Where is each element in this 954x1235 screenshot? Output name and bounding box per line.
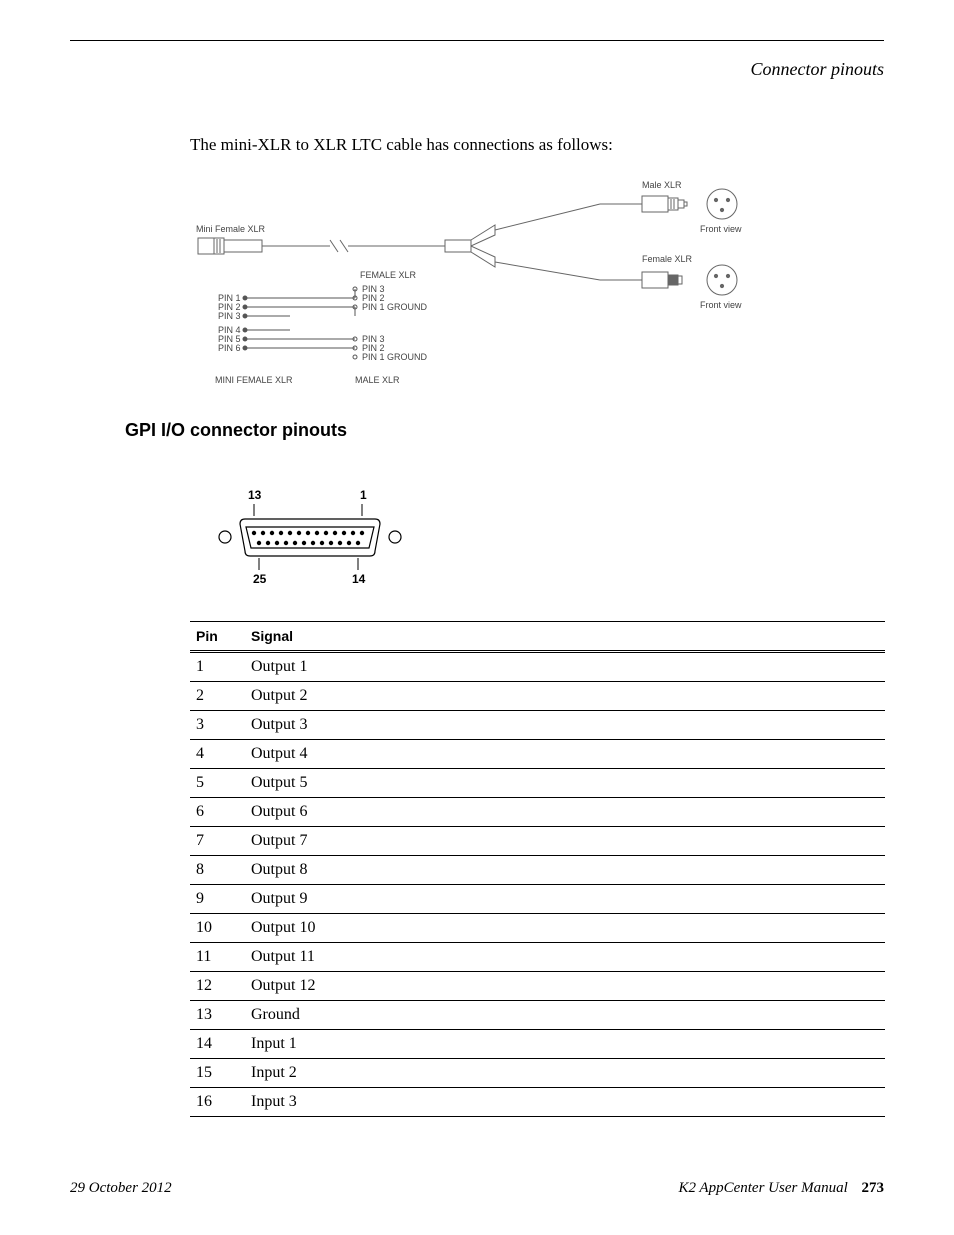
connector-svg (210, 496, 410, 586)
cell-pin: 14 (190, 1030, 245, 1059)
table-row: 10Output 10 (190, 914, 885, 943)
label-mini-female-xlr: Mini Female XLR (196, 224, 265, 234)
table-row: 1Output 1 (190, 652, 885, 682)
cell-pin: 5 (190, 769, 245, 798)
label-front-view-1: Front view (700, 224, 742, 234)
footer-manual: K2 AppCenter User Manual (678, 1180, 847, 1196)
running-head: Connector pinouts (70, 59, 884, 80)
table-row: 15Input 2 (190, 1059, 885, 1088)
cell-pin: 8 (190, 856, 245, 885)
cell-pin: 10 (190, 914, 245, 943)
cell-pin: 6 (190, 798, 245, 827)
conn-label-tl: 13 (248, 488, 261, 502)
label-female-xlr-mid: FEMALE XLR (360, 270, 416, 280)
cell-pin: 16 (190, 1088, 245, 1117)
table-header-row: Pin Signal (190, 622, 885, 652)
pin-left-3: PIN 3 (218, 311, 241, 321)
cell-signal: Output 11 (245, 943, 885, 972)
table-row: 8Output 8 (190, 856, 885, 885)
table-row: 16Input 3 (190, 1088, 885, 1117)
connector-figure: 13 1 25 14 (210, 496, 410, 586)
table-row: 11Output 11 (190, 943, 885, 972)
footer-date: 29 October 2012 (70, 1180, 172, 1197)
cell-signal: Output 4 (245, 740, 885, 769)
cell-signal: Output 9 (245, 885, 885, 914)
table-row: 12Output 12 (190, 972, 885, 1001)
cell-pin: 13 (190, 1001, 245, 1030)
label-mini-female-xlr-bottom: MINI FEMALE XLR (215, 375, 293, 385)
col-signal: Signal (245, 622, 885, 652)
table-row: 6Output 6 (190, 798, 885, 827)
label-female-xlr-right: Female XLR (642, 254, 692, 264)
cell-pin: 11 (190, 943, 245, 972)
cell-pin: 3 (190, 711, 245, 740)
cell-signal: Input 2 (245, 1059, 885, 1088)
pinout-table: Pin Signal 1Output 12Output 23Output 34O… (190, 621, 885, 1117)
cable-diagram-svg (190, 180, 780, 390)
footer-page: 273 (862, 1180, 885, 1196)
cell-signal: Output 10 (245, 914, 885, 943)
cell-signal: Output 1 (245, 652, 885, 682)
table-row: 4Output 4 (190, 740, 885, 769)
g1-pin1: PIN 1 GROUND (362, 302, 427, 312)
cell-pin: 9 (190, 885, 245, 914)
conn-label-tr: 1 (360, 488, 367, 502)
cell-signal: Input 3 (245, 1088, 885, 1117)
cell-signal: Output 8 (245, 856, 885, 885)
cell-pin: 4 (190, 740, 245, 769)
pin-left-6: PIN 6 (218, 343, 241, 353)
top-rule (70, 40, 884, 41)
conn-label-br: 14 (352, 572, 365, 586)
cell-pin: 7 (190, 827, 245, 856)
col-pin: Pin (190, 622, 245, 652)
cell-signal: Output 5 (245, 769, 885, 798)
cell-signal: Input 1 (245, 1030, 885, 1059)
table-row: 7Output 7 (190, 827, 885, 856)
cell-signal: Output 2 (245, 682, 885, 711)
main-content: The mini-XLR to XLR LTC cable has connec… (190, 135, 884, 390)
table-row: 14Input 1 (190, 1030, 885, 1059)
g2-pin1: PIN 1 GROUND (362, 352, 427, 362)
cable-diagram: Mini Female XLR FEMALE XLR Male XLR Fron… (190, 180, 780, 390)
table-row: 9Output 9 (190, 885, 885, 914)
table-row: 2Output 2 (190, 682, 885, 711)
table-row: 5Output 5 (190, 769, 885, 798)
conn-label-bl: 25 (253, 572, 266, 586)
label-male-xlr-bottom: MALE XLR (355, 375, 400, 385)
cell-pin: 15 (190, 1059, 245, 1088)
cell-signal: Output 3 (245, 711, 885, 740)
cell-signal: Output 12 (245, 972, 885, 1001)
cell-pin: 1 (190, 652, 245, 682)
table-row: 13Ground (190, 1001, 885, 1030)
intro-text: The mini-XLR to XLR LTC cable has connec… (190, 135, 884, 155)
label-front-view-2: Front view (700, 300, 742, 310)
label-male-xlr: Male XLR (642, 180, 682, 190)
cell-signal: Output 7 (245, 827, 885, 856)
cell-pin: 2 (190, 682, 245, 711)
cell-signal: Output 6 (245, 798, 885, 827)
cell-pin: 12 (190, 972, 245, 1001)
cell-signal: Ground (245, 1001, 885, 1030)
table-row: 3Output 3 (190, 711, 885, 740)
page-footer: 29 October 2012 K2 AppCenter User Manual… (70, 1180, 884, 1197)
section-heading: GPI I/O connector pinouts (125, 420, 884, 441)
